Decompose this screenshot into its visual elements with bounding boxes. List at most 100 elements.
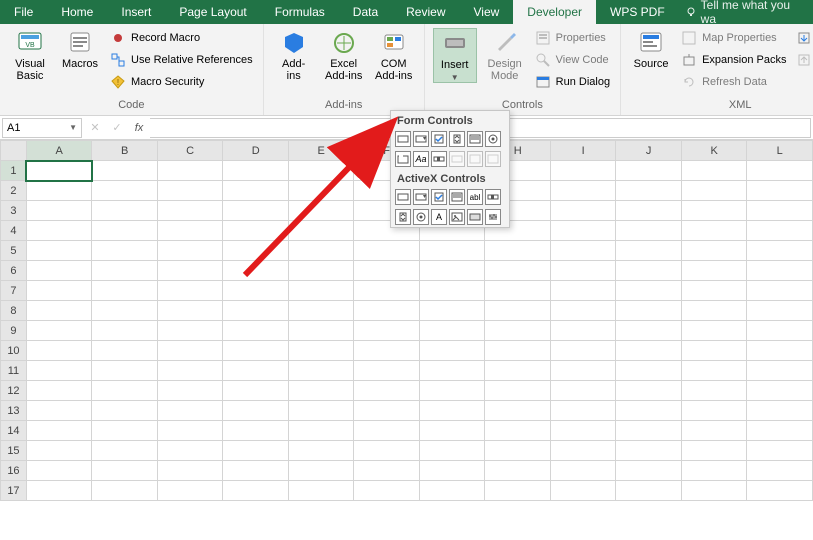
row-header[interactable]: 10 xyxy=(1,341,27,361)
cell[interactable] xyxy=(550,441,615,461)
column-header[interactable]: L xyxy=(747,141,813,161)
cell[interactable] xyxy=(288,341,354,361)
row-header[interactable]: 6 xyxy=(1,261,27,281)
cell[interactable] xyxy=(747,361,813,381)
cell[interactable] xyxy=(354,381,420,401)
cell[interactable] xyxy=(550,181,615,201)
cell[interactable] xyxy=(223,481,289,501)
tab-review[interactable]: Review xyxy=(392,0,459,24)
cell[interactable] xyxy=(747,261,813,281)
cell[interactable] xyxy=(747,481,813,501)
cell[interactable] xyxy=(485,321,551,341)
row-header[interactable]: 8 xyxy=(1,301,27,321)
cell[interactable] xyxy=(354,261,420,281)
cell[interactable] xyxy=(747,221,813,241)
cell[interactable] xyxy=(747,441,813,461)
activex-spinbutton-control[interactable] xyxy=(395,209,411,225)
form-groupbox-control[interactable] xyxy=(395,151,411,167)
cell[interactable] xyxy=(681,481,747,501)
add-ins-button[interactable]: Add-ins xyxy=(272,28,316,82)
cell[interactable] xyxy=(26,481,92,501)
row-header[interactable]: 14 xyxy=(1,421,27,441)
cell[interactable] xyxy=(354,421,420,441)
cell[interactable] xyxy=(747,461,813,481)
row-header[interactable]: 9 xyxy=(1,321,27,341)
cell[interactable] xyxy=(26,421,92,441)
cell[interactable] xyxy=(223,301,289,321)
cell[interactable] xyxy=(26,161,92,181)
activex-image-control[interactable] xyxy=(449,209,465,225)
form-checkbox-control[interactable] xyxy=(431,131,447,147)
cell[interactable] xyxy=(419,461,485,481)
import-button[interactable]: Import xyxy=(794,28,813,48)
cell[interactable] xyxy=(223,441,289,461)
cell[interactable] xyxy=(288,301,354,321)
form-spinner-control[interactable] xyxy=(449,131,465,147)
cell[interactable] xyxy=(616,181,681,201)
cell[interactable] xyxy=(288,161,354,181)
cell[interactable] xyxy=(92,181,158,201)
activex-morecontrols-control[interactable] xyxy=(485,209,501,225)
row-header[interactable]: 16 xyxy=(1,461,27,481)
form-combodropdown-control[interactable] xyxy=(485,151,501,167)
cell[interactable] xyxy=(223,381,289,401)
cell[interactable] xyxy=(747,241,813,261)
cell[interactable] xyxy=(681,281,747,301)
cell[interactable] xyxy=(550,201,615,221)
cell[interactable] xyxy=(92,321,158,341)
column-header[interactable]: J xyxy=(616,141,681,161)
cell[interactable] xyxy=(616,421,681,441)
cell[interactable] xyxy=(92,161,158,181)
cell[interactable] xyxy=(354,401,420,421)
cell[interactable] xyxy=(157,401,223,421)
form-label-control[interactable]: Aa xyxy=(413,151,429,167)
row-header[interactable]: 1 xyxy=(1,161,27,181)
cell[interactable] xyxy=(550,381,615,401)
cell[interactable] xyxy=(485,341,551,361)
cell[interactable] xyxy=(354,301,420,321)
cell[interactable] xyxy=(223,201,289,221)
activex-textbox-control[interactable]: abl xyxy=(467,189,483,205)
cell[interactable] xyxy=(157,241,223,261)
cell[interactable] xyxy=(288,401,354,421)
cell[interactable] xyxy=(550,281,615,301)
cell[interactable] xyxy=(223,241,289,261)
cell[interactable] xyxy=(419,401,485,421)
cell[interactable] xyxy=(616,261,681,281)
cell[interactable] xyxy=(681,401,747,421)
cell[interactable] xyxy=(550,421,615,441)
cell[interactable] xyxy=(419,261,485,281)
cell[interactable] xyxy=(26,361,92,381)
tab-file[interactable]: File xyxy=(0,0,47,24)
cell[interactable] xyxy=(92,221,158,241)
cell[interactable] xyxy=(157,381,223,401)
cell[interactable] xyxy=(747,161,813,181)
cell[interactable] xyxy=(616,241,681,261)
cell[interactable] xyxy=(550,301,615,321)
cell[interactable] xyxy=(485,361,551,381)
cell[interactable] xyxy=(354,361,420,381)
cell[interactable] xyxy=(485,481,551,501)
cell[interactable] xyxy=(26,181,92,201)
cell[interactable] xyxy=(288,261,354,281)
cell[interactable] xyxy=(485,461,551,481)
cell[interactable] xyxy=(354,321,420,341)
activex-label-control[interactable]: A xyxy=(431,209,447,225)
cell[interactable] xyxy=(223,341,289,361)
cancel-formula-button[interactable]: ✕ xyxy=(84,118,106,138)
cell[interactable] xyxy=(157,461,223,481)
visual-basic-button[interactable]: VB VisualBasic xyxy=(8,28,52,82)
cell[interactable] xyxy=(485,301,551,321)
cell[interactable] xyxy=(550,261,615,281)
cell[interactable] xyxy=(681,441,747,461)
cell[interactable] xyxy=(616,481,681,501)
cell[interactable] xyxy=(26,281,92,301)
activex-optionbutton-control[interactable] xyxy=(413,209,429,225)
cell[interactable] xyxy=(157,221,223,241)
cell[interactable] xyxy=(747,381,813,401)
cell[interactable] xyxy=(419,341,485,361)
cell[interactable] xyxy=(26,301,92,321)
cell[interactable] xyxy=(92,441,158,461)
tab-home[interactable]: Home xyxy=(47,0,107,24)
column-header[interactable]: A xyxy=(26,141,92,161)
